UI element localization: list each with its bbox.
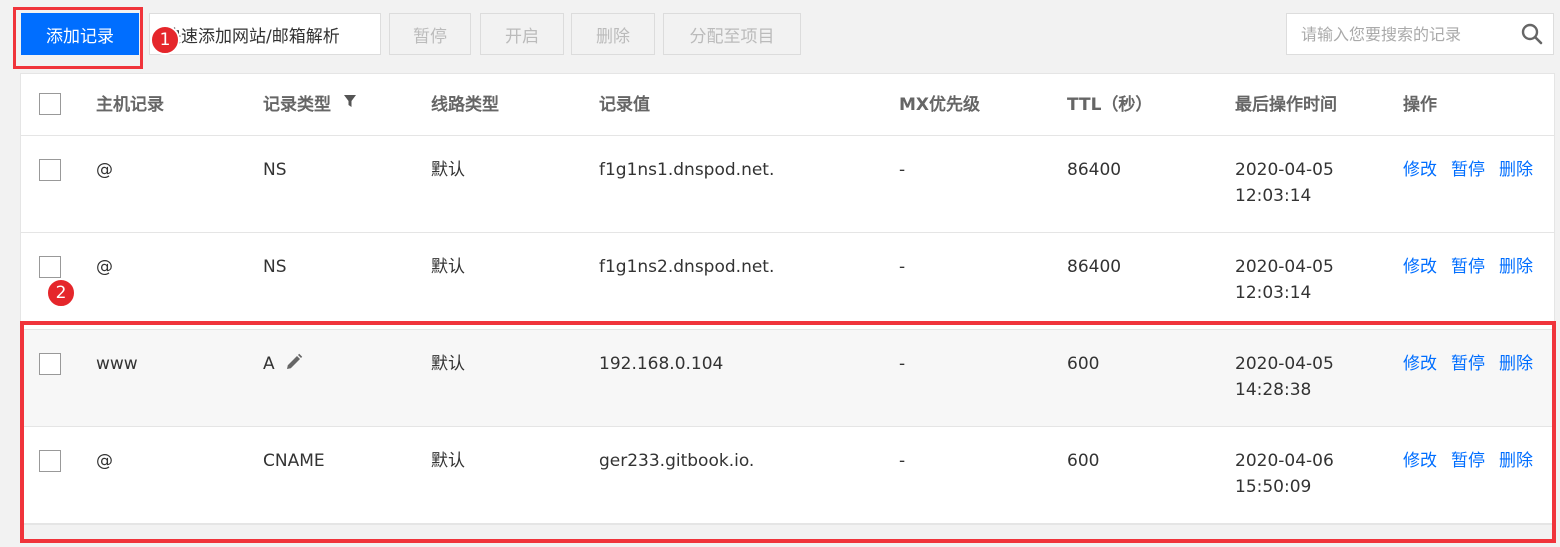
header-host: 主机记录 (96, 95, 164, 115)
cell-ttl: 86400 (1067, 257, 1122, 277)
cell-value: ger233.gitbook.io. (599, 451, 755, 471)
cell-ops: 修改 暂停 删除 (1403, 254, 1533, 280)
edit-link[interactable]: 修改 (1403, 257, 1437, 277)
cell-type: A (263, 351, 303, 377)
row-checkbox[interactable] (39, 450, 61, 472)
cell-host: @ (96, 160, 113, 180)
row-checkbox[interactable] (39, 256, 61, 278)
cell-line: 默认 (431, 257, 465, 277)
pause-button[interactable]: 暂停 (389, 13, 471, 55)
cell-ttl: 600 (1067, 354, 1100, 374)
cell-clock: 14:28:38 (1235, 380, 1312, 400)
cell-host: @ (96, 451, 113, 471)
cell-ttl: 86400 (1067, 160, 1122, 180)
edit-link[interactable]: 修改 (1403, 354, 1437, 374)
delete-link[interactable]: 删除 (1499, 257, 1533, 277)
cell-host: www (96, 354, 138, 374)
table-row: www A 默认 192.168.0.104 - 600 2020-04-05 … (21, 330, 1554, 427)
filter-icon[interactable] (343, 94, 357, 108)
cell-ops: 修改 暂停 删除 (1403, 157, 1533, 183)
cell-line: 默认 (431, 354, 465, 374)
cell-clock: 12:03:14 (1235, 283, 1312, 303)
toolbar: 添加记录 快速添加网站/邮箱解析 暂停 开启 删除 分配至项目 1 (0, 0, 1560, 70)
search-icon[interactable] (1521, 23, 1543, 45)
header-ops: 操作 (1403, 95, 1437, 115)
cell-date: 2020-04-06 (1235, 451, 1334, 471)
cell-ttl: 600 (1067, 451, 1100, 471)
table-row: @ CNAME 默认 ger233.gitbook.io. - 600 2020… (21, 427, 1554, 524)
cell-value: f1g1ns1.dnspod.net. (599, 160, 775, 180)
annotation-badge-2: 2 (46, 278, 76, 308)
header-line: 线路类型 (431, 95, 499, 115)
search-box (1286, 13, 1554, 55)
edit-link[interactable]: 修改 (1403, 451, 1437, 471)
table-row: @ NS 默认 f1g1ns1.dnspod.net. - 86400 2020… (21, 136, 1554, 233)
cell-time: 2020-04-06 15:50:09 (1235, 448, 1334, 500)
cell-type: NS (263, 257, 287, 277)
cell-mx: - (899, 257, 906, 277)
delete-link[interactable]: 删除 (1499, 354, 1533, 374)
annotation-badge-1: 1 (150, 25, 180, 55)
pause-link[interactable]: 暂停 (1451, 160, 1485, 180)
cell-line: 默认 (431, 451, 465, 471)
cell-line: 默认 (431, 160, 465, 180)
cell-clock: 15:50:09 (1235, 477, 1312, 497)
row-checkbox[interactable] (39, 353, 61, 375)
select-all-checkbox[interactable] (39, 93, 61, 115)
cell-ops: 修改 暂停 删除 (1403, 448, 1533, 474)
pause-link[interactable]: 暂停 (1451, 257, 1485, 277)
delete-button[interactable]: 删除 (571, 13, 655, 55)
header-value: 记录值 (599, 95, 650, 115)
cell-type: NS (263, 160, 287, 180)
cell-value: f1g1ns2.dnspod.net. (599, 257, 775, 277)
dns-records-page: 添加记录 快速添加网站/邮箱解析 暂停 开启 删除 分配至项目 1 主机记录 记… (0, 0, 1560, 547)
cell-mx: - (899, 160, 906, 180)
cell-date: 2020-04-05 (1235, 160, 1334, 180)
delete-link[interactable]: 删除 (1499, 160, 1533, 180)
table-header: 主机记录 记录类型 线路类型 记录值 MX优先级 TTL（秒） 最后操作时间 操… (21, 74, 1554, 136)
cell-time: 2020-04-05 14:28:38 (1235, 351, 1334, 403)
cell-host: @ (96, 257, 113, 277)
enable-button[interactable]: 开启 (480, 13, 564, 55)
cell-type-label: A (263, 354, 275, 374)
cell-date: 2020-04-05 (1235, 354, 1334, 374)
header-mx: MX优先级 (899, 95, 981, 115)
cell-mx: - (899, 451, 906, 471)
header-ttl: TTL（秒） (1067, 95, 1153, 115)
cell-date: 2020-04-05 (1235, 257, 1334, 277)
pause-link[interactable]: 暂停 (1451, 354, 1485, 374)
pause-link[interactable]: 暂停 (1451, 451, 1485, 471)
table-row: @ NS 默认 f1g1ns2.dnspod.net. - 86400 2020… (21, 233, 1554, 330)
assign-project-button[interactable]: 分配至项目 (663, 13, 801, 55)
header-type-label: 记录类型 (263, 95, 331, 115)
cell-time: 2020-04-05 12:03:14 (1235, 157, 1334, 209)
edit-link[interactable]: 修改 (1403, 160, 1437, 180)
cell-clock: 12:03:14 (1235, 186, 1312, 206)
pencil-icon[interactable] (285, 353, 303, 371)
quick-add-button[interactable]: 快速添加网站/邮箱解析 (149, 13, 381, 55)
header-time: 最后操作时间 (1235, 95, 1337, 115)
header-type: 记录类型 (263, 92, 357, 118)
search-input[interactable] (1287, 15, 1521, 53)
cell-value: 192.168.0.104 (599, 354, 724, 374)
cell-time: 2020-04-05 12:03:14 (1235, 254, 1334, 306)
delete-link[interactable]: 删除 (1499, 451, 1533, 471)
cell-mx: - (899, 354, 906, 374)
row-checkbox[interactable] (39, 159, 61, 181)
add-record-button[interactable]: 添加记录 (21, 13, 139, 55)
records-table: 主机记录 记录类型 线路类型 记录值 MX优先级 TTL（秒） 最后操作时间 操… (20, 73, 1555, 525)
cell-type: CNAME (263, 451, 325, 471)
cell-ops: 修改 暂停 删除 (1403, 351, 1533, 377)
